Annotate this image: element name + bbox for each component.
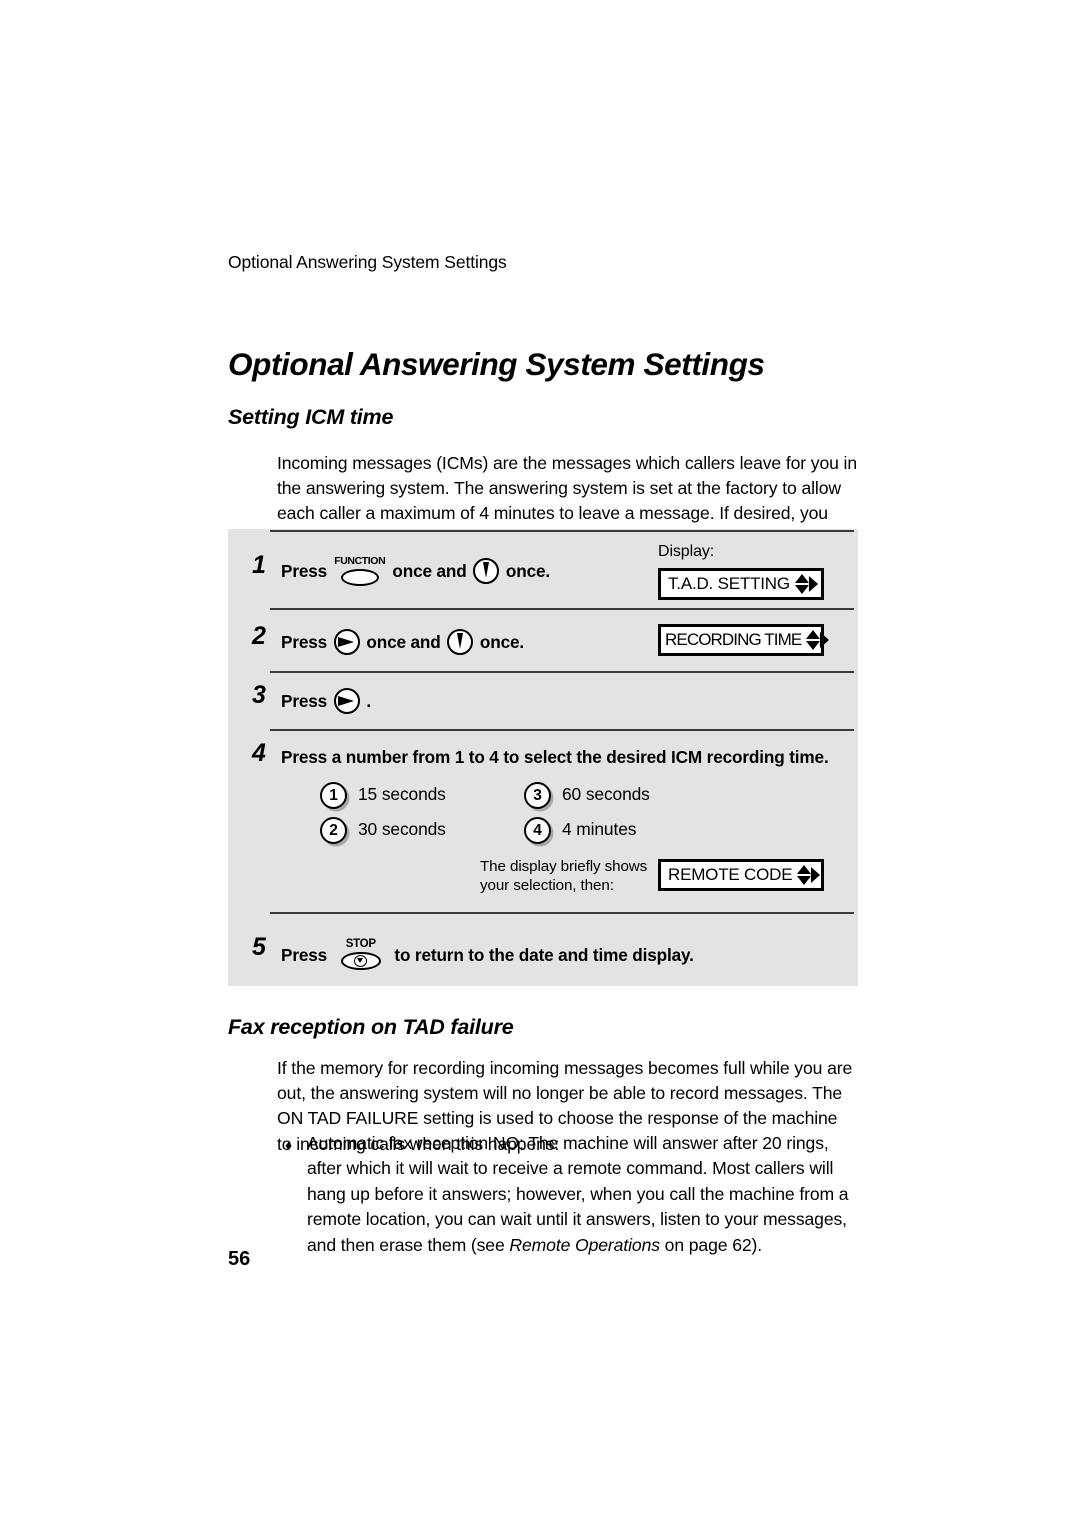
- function-key-icon[interactable]: FUNCTION: [334, 555, 386, 588]
- step-5-text-before: Press: [281, 945, 328, 965]
- step-separator-4: [270, 912, 854, 914]
- option-2-label: 30 seconds: [358, 819, 446, 839]
- lcd-arrows-icon-step-1: [790, 573, 820, 595]
- lcd-display-step-2: RECORDING TIME: [658, 624, 830, 656]
- option-1-label: 15 seconds: [358, 784, 446, 804]
- right-triangle-icon: [808, 575, 818, 592]
- step-1-text-after: once.: [505, 561, 551, 581]
- step-1-text-before: Press: [281, 561, 328, 581]
- down-arrow-key-glyph: [482, 562, 489, 578]
- tad-bullet-part-2: on page 62).: [659, 1234, 763, 1255]
- step-5-number: 5: [252, 933, 266, 961]
- step-3-text-before: Press: [281, 691, 328, 711]
- page-number: 56: [228, 1248, 251, 1270]
- step-3-text: Press .: [281, 688, 371, 714]
- lcd-arrows-icon-step-2: [801, 629, 831, 651]
- down-triangle-icon: [806, 641, 821, 650]
- down-arrow-key-icon[interactable]: [473, 558, 500, 584]
- up-triangle-icon: [794, 574, 809, 583]
- up-triangle-icon: [797, 865, 812, 874]
- lcd-arrows-icon-step-4: [792, 864, 822, 886]
- lcd-text-step-4: REMOTE CODE: [668, 865, 793, 884]
- step-1-text: Press FUNCTION once and once.: [281, 555, 551, 588]
- step-separator-3: [270, 729, 854, 731]
- option-1-key-icon: 1: [320, 782, 347, 809]
- step-1-number: 1: [252, 551, 266, 579]
- briefly-shows-note-line-2: your selection, then:: [480, 876, 614, 894]
- step-5-text: Press STOP to return to the date and tim…: [281, 938, 694, 973]
- option-4-key-icon: 4: [524, 817, 551, 844]
- lcd-text-step-1: T.A.D. SETTING: [668, 574, 790, 593]
- section-heading-tad-failure: Fax reception on TAD failure: [228, 1014, 514, 1039]
- tad-bullet-item: ♦ Automatic fax reception NO: The machin…: [285, 1131, 855, 1258]
- down-arrow-key-icon[interactable]: [447, 629, 474, 655]
- step-separator-top: [270, 530, 854, 532]
- right-arrow-key-icon[interactable]: [333, 688, 360, 714]
- down-triangle-icon: [794, 585, 809, 594]
- step-4-text: Press a number from 1 to 4 to select the…: [281, 747, 829, 767]
- stop-key-icon[interactable]: STOP: [335, 938, 387, 973]
- step-2-text-before: Press: [281, 632, 328, 652]
- briefly-shows-note-line-1: The display briefly shows: [480, 858, 648, 875]
- option-3-label: 60 seconds: [562, 784, 650, 804]
- step-3-number: 3: [252, 681, 266, 709]
- option-4-label: 4 minutes: [562, 819, 637, 839]
- step-5-text-after: to return to the date and time display.: [394, 945, 694, 965]
- right-arrow-key-glyph: [338, 637, 355, 647]
- step-2-text-after: once.: [479, 632, 525, 652]
- right-arrow-key-icon[interactable]: [333, 629, 360, 655]
- up-triangle-icon: [806, 630, 821, 639]
- function-key-oval: [340, 569, 379, 586]
- page-title: Optional Answering System Settings: [228, 346, 765, 383]
- option-3-key-icon: 3: [524, 782, 551, 809]
- step-2-number: 2: [252, 622, 266, 650]
- tad-bullet-text: Automatic fax reception NO: The machine …: [285, 1131, 855, 1258]
- stop-key-triangle: [357, 958, 364, 963]
- lcd-display-step-1: T.A.D. SETTING: [658, 568, 824, 600]
- display-column-label: Display:: [658, 543, 715, 560]
- step-2-text: Press once and once.: [281, 629, 524, 655]
- tad-bullet-italic-reference: Remote Operations: [509, 1234, 660, 1255]
- function-key-label: FUNCTION: [334, 555, 386, 567]
- down-triangle-icon: [797, 876, 812, 885]
- step-3-text-after: .: [366, 691, 372, 711]
- stop-key-label: STOP: [345, 938, 376, 950]
- right-arrow-key-glyph: [338, 696, 355, 706]
- running-header: Optional Answering System Settings: [228, 252, 507, 272]
- right-triangle-icon: [820, 631, 830, 648]
- step-2-text-middle: once and: [366, 632, 441, 652]
- option-2-key-icon: 2: [320, 817, 347, 844]
- step-separator-2: [270, 671, 854, 673]
- right-triangle-icon: [811, 866, 821, 883]
- procedure-panel: Display: 1 Press FUNCTION once and once.…: [228, 529, 858, 986]
- step-1-text-middle: once and: [392, 561, 467, 581]
- lcd-display-step-4: REMOTE CODE: [658, 859, 824, 891]
- step-separator-1: [270, 608, 854, 610]
- step-4-number: 4: [252, 739, 266, 767]
- briefly-shows-note: The display briefly shows your selection…: [480, 858, 647, 895]
- lcd-text-step-2: RECORDING TIME: [665, 630, 802, 649]
- down-arrow-key-glyph: [456, 633, 463, 649]
- diamond-bullet-icon: ♦: [285, 1137, 293, 1153]
- section-heading-icm-time: Setting ICM time: [228, 404, 394, 429]
